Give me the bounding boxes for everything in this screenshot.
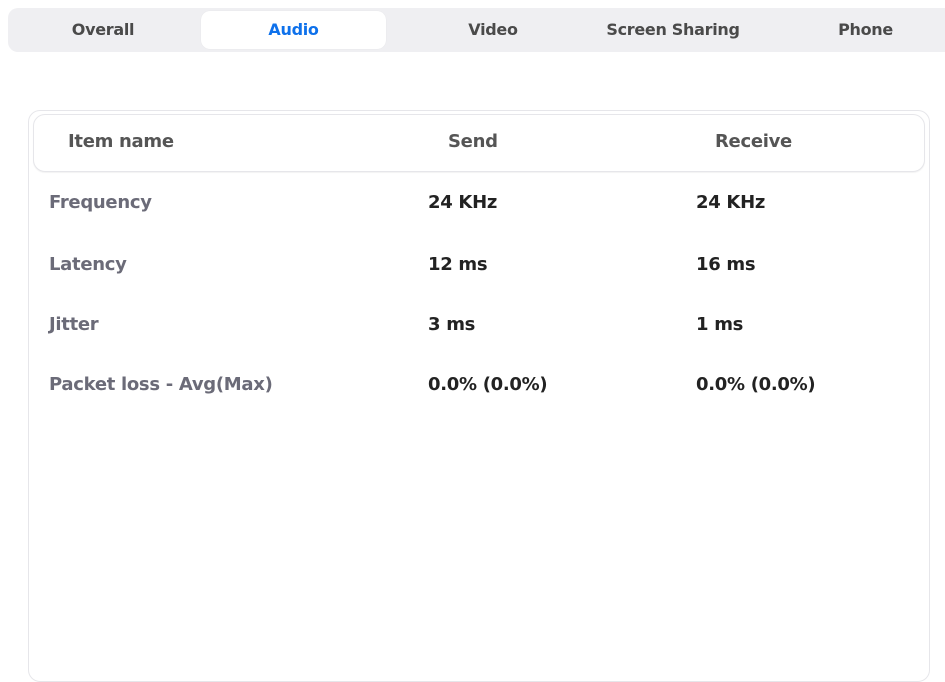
audio-statistics-panel: Item name Send Receive Frequency 24 KHz …	[28, 110, 930, 682]
packet-loss-receive-value: 0.0% (0.0%)	[696, 374, 816, 395]
jitter-receive-value: 1 ms	[696, 314, 744, 335]
statistics-tab-bar: Overall Audio Video Screen Sharing Phone	[8, 8, 945, 52]
frequency-receive-value: 24 KHz	[696, 192, 766, 213]
packet-loss-send-value: 0.0% (0.0%)	[428, 374, 548, 395]
tab-screen-sharing[interactable]: Screen Sharing	[573, 11, 773, 49]
tab-audio[interactable]: Audio	[201, 11, 386, 49]
latency-receive-value: 16 ms	[696, 254, 756, 275]
table-header: Item name Send Receive	[33, 114, 925, 172]
latency-send-value: 12 ms	[428, 254, 488, 275]
header-item-name: Item name	[68, 131, 174, 152]
header-receive: Receive	[715, 131, 792, 152]
row-label-packet-loss: Packet loss - Avg(Max)	[49, 374, 273, 395]
frequency-send-value: 24 KHz	[428, 192, 498, 213]
row-label-frequency: Frequency	[49, 192, 152, 213]
row-label-latency: Latency	[49, 254, 127, 275]
jitter-send-value: 3 ms	[428, 314, 476, 335]
row-label-jitter: Jitter	[49, 314, 99, 335]
tab-overall[interactable]: Overall	[38, 11, 168, 49]
tab-phone[interactable]: Phone	[788, 11, 943, 49]
tab-video[interactable]: Video	[413, 11, 573, 49]
header-send: Send	[448, 131, 498, 152]
